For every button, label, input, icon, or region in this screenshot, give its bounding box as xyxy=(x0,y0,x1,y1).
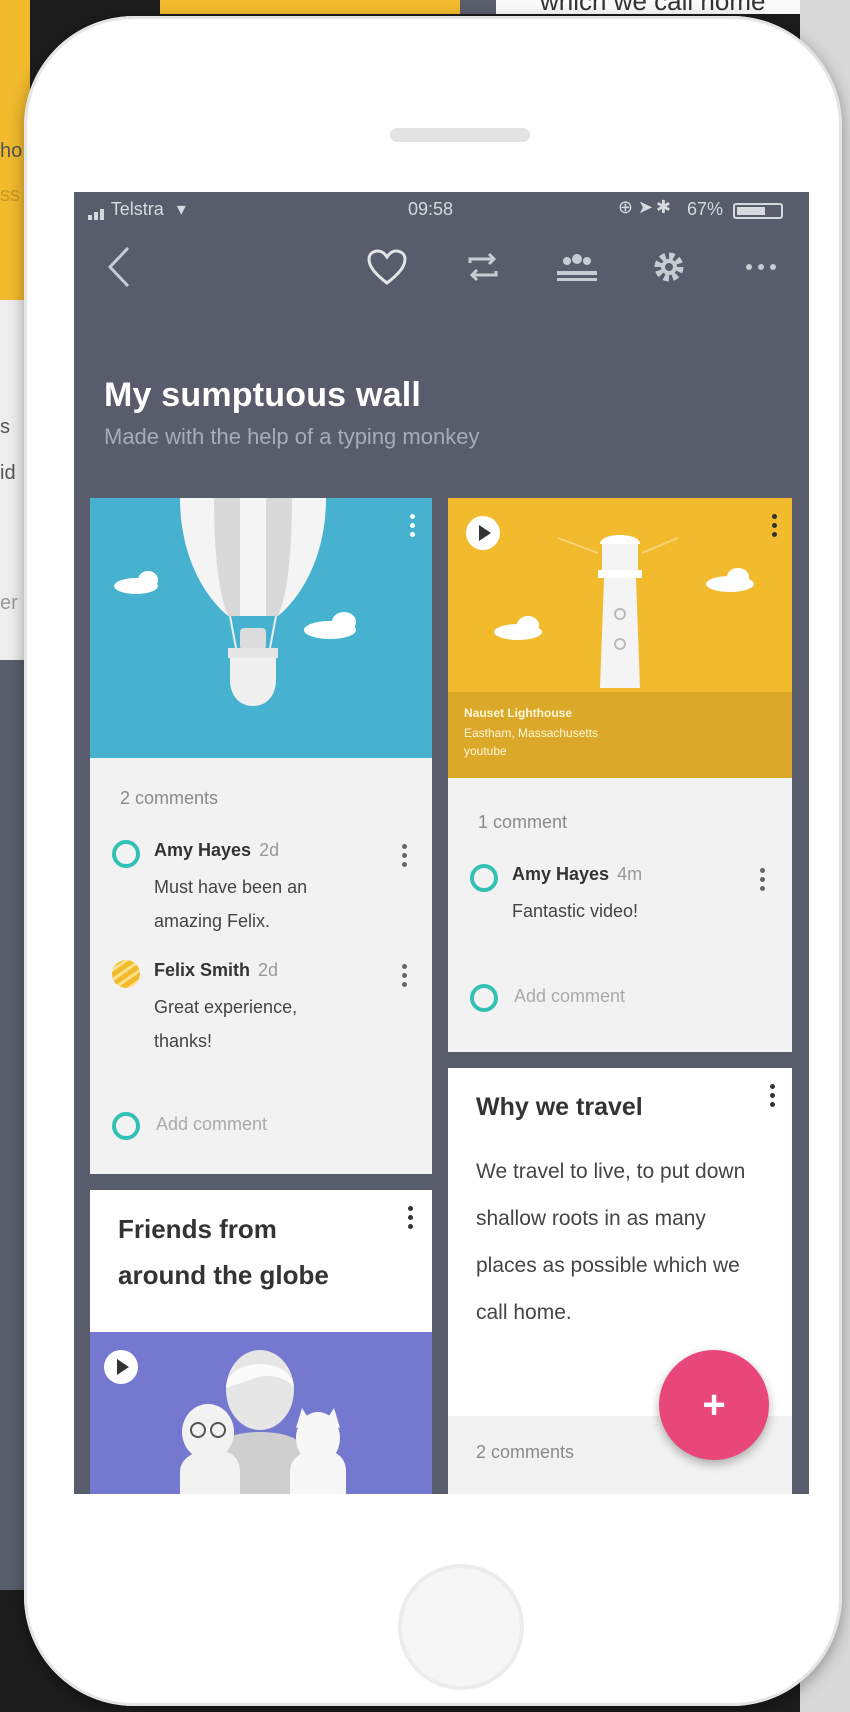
comments-count: 2 comments xyxy=(476,1442,575,1462)
lighthouse-icon xyxy=(494,535,754,688)
lighthouse-illustration xyxy=(448,498,792,692)
background-text: s xyxy=(0,416,10,438)
add-post-button[interactable]: + xyxy=(659,1350,769,1460)
background-text: id xyxy=(0,462,16,484)
post-card-lighthouse[interactable]: Nauset Lighthouse Eastham, Massachusetts… xyxy=(448,498,792,1052)
avatar xyxy=(112,1112,140,1140)
avatar xyxy=(112,960,140,988)
comment-item: Felix Smith 2d Great experience, thanks! xyxy=(112,958,422,1058)
comment-age: 2d xyxy=(258,960,279,980)
repeat-icon xyxy=(468,252,498,282)
add-comment-button[interactable]: Add comment xyxy=(112,1112,332,1144)
comment-menu-button[interactable] xyxy=(394,838,414,872)
play-icon xyxy=(479,525,491,541)
collaborators-button[interactable] xyxy=(552,244,602,290)
app-screen: Telstra ▾ 09:58 ⊕ ➤ ✱ 67% My sumptuous w… xyxy=(74,192,809,1494)
like-button[interactable] xyxy=(362,244,412,290)
heart-icon xyxy=(367,249,407,285)
comment-age: 2d xyxy=(259,840,280,860)
balloon-illustration xyxy=(90,498,432,758)
more-button[interactable] xyxy=(736,244,786,290)
chevron-left-icon xyxy=(107,246,130,288)
plus-icon: + xyxy=(702,1382,726,1427)
comments-count: 2 comments xyxy=(120,788,219,808)
author-name: Amy Hayes xyxy=(512,864,610,884)
comment-text: Fantastic video! xyxy=(512,901,639,921)
comments-count: 1 comment xyxy=(478,812,568,832)
card-menu-button[interactable] xyxy=(400,1200,420,1234)
card-menu-button[interactable] xyxy=(764,508,784,542)
card-title: Friends from around the globe xyxy=(118,1206,329,1298)
comment-item: Amy Hayes 4m Fantastic video! xyxy=(470,862,782,942)
background-text: which we call home xyxy=(540,0,766,16)
author-name: Felix Smith xyxy=(154,960,251,980)
wall-subtitle: Made with the help of a typing monkey xyxy=(104,424,480,449)
repost-button[interactable] xyxy=(458,244,508,290)
wall-title: My sumptuous wall xyxy=(104,376,421,414)
author-name: Amy Hayes xyxy=(154,840,252,860)
back-button[interactable] xyxy=(94,244,144,290)
battery-percent: 67% xyxy=(686,199,723,219)
comment-author: Amy Hayes 2d xyxy=(154,840,279,861)
comment-menu-button[interactable] xyxy=(394,958,414,992)
wifi-icon: ▾ xyxy=(176,199,186,219)
comment-text: Must have been an amazing Felix. xyxy=(154,877,308,931)
settings-button[interactable] xyxy=(644,244,694,290)
phone-speaker xyxy=(390,128,530,142)
avatar xyxy=(112,840,140,868)
card-body-text: We travel to live, to put down shallow r… xyxy=(476,1160,746,1324)
avatar xyxy=(470,864,498,892)
comment-age: 4m xyxy=(617,864,643,884)
more-horizontal-icon xyxy=(746,264,776,270)
signal-icon xyxy=(88,199,106,220)
gear-icon xyxy=(654,252,684,282)
add-comment-button[interactable]: Add comment xyxy=(470,984,690,1016)
location-icon: ➤ xyxy=(637,197,653,217)
comment-author: Felix Smith 2d xyxy=(154,960,278,981)
background-text: er xyxy=(0,592,18,614)
card-menu-button[interactable] xyxy=(402,508,422,542)
carrier-name: Telstra xyxy=(110,199,164,219)
status-bar: Telstra ▾ 09:58 ⊕ ➤ ✱ 67% xyxy=(74,192,809,226)
play-button[interactable] xyxy=(466,516,500,550)
video-title: Nauset Lighthouse xyxy=(464,706,573,720)
comment-text: Great experience, thanks! xyxy=(154,997,298,1051)
background-text: ss xyxy=(0,184,20,206)
video-source: youtube xyxy=(464,744,507,758)
status-time: 09:58 xyxy=(408,199,454,219)
people-icon xyxy=(557,254,597,281)
home-button[interactable] xyxy=(398,1564,524,1690)
card-menu-button[interactable] xyxy=(762,1078,782,1112)
add-comment-label: Add comment xyxy=(156,1114,268,1134)
background-panel xyxy=(460,0,496,14)
battery-icon xyxy=(733,203,783,219)
avatar xyxy=(470,984,498,1012)
background-text: ho xyxy=(0,140,23,162)
video-caption: Nauset Lighthouse Eastham, Massachusetts… xyxy=(448,692,792,778)
toolbar xyxy=(74,226,809,312)
hot-air-balloon-icon xyxy=(114,498,356,706)
add-comment-label: Add comment xyxy=(514,986,626,1006)
video-location: Eastham, Massachusetts xyxy=(464,726,599,740)
background-banner xyxy=(160,0,460,14)
post-card-balloon[interactable]: 2 comments Amy Hayes 2d Must have been an… xyxy=(90,498,432,1174)
alarm-icon: ⊕ xyxy=(617,197,633,217)
friends-illustration xyxy=(90,1332,432,1494)
post-card-friends[interactable]: Friends from around the globe xyxy=(90,1190,432,1494)
friends-icon xyxy=(180,1350,346,1494)
play-icon xyxy=(117,1359,129,1375)
bluetooth-icon: ✱ xyxy=(655,197,671,217)
card-title-line: Friends from xyxy=(118,1214,277,1244)
comment-menu-button[interactable] xyxy=(752,862,772,896)
comment-item: Amy Hayes 2d Must have been an amazing Fe… xyxy=(112,838,422,938)
card-title-line: around the globe xyxy=(118,1260,329,1290)
card-title: Why we travel xyxy=(476,1093,643,1121)
play-button[interactable] xyxy=(104,1350,138,1384)
comment-author: Amy Hayes 4m xyxy=(512,864,642,885)
carrier: Telstra ▾ xyxy=(88,199,186,220)
